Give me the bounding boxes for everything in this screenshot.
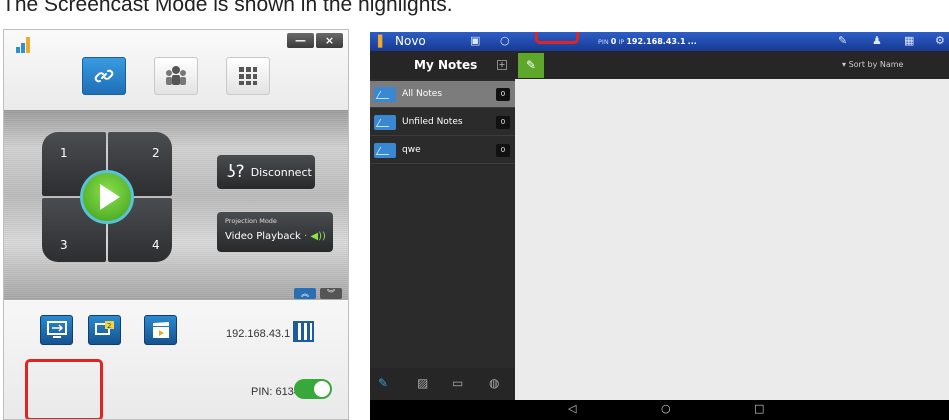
sidebar-footer: ✎ ▨ ▭ ◍: [370, 368, 515, 400]
gear-icon[interactable]: ⚙: [935, 34, 945, 47]
notebook-count: 0: [496, 116, 510, 129]
quadrant-2-label: 2: [152, 146, 160, 160]
split-screen-button[interactable]: 2: [88, 315, 121, 345]
notebook-label: All Notes: [402, 89, 443, 99]
grid-icon[interactable]: ▦: [904, 34, 914, 47]
grid-icon: [239, 67, 257, 85]
notes-header: My Notes + ▾ Sort by Name: [370, 51, 949, 79]
svg-text:2: 2: [107, 322, 111, 330]
control-panel: 1 2 3 4 ʖ? Disconnect Projection Mode Vi…: [4, 110, 348, 300]
disconnect-button[interactable]: ʖ? Disconnect: [217, 155, 315, 189]
link-icon: [94, 69, 114, 83]
pen-icon[interactable]: ✎: [378, 376, 388, 390]
collapse-up-button[interactable]: ︽: [294, 288, 316, 299]
split-screen-icon: 2: [94, 321, 114, 335]
app-logo-icon: ▌: [378, 35, 387, 48]
minimize-button[interactable]: —: [287, 33, 314, 48]
notebook-count: 0: [496, 88, 510, 101]
home-icon[interactable]: ○: [661, 402, 671, 415]
page-title: My Notes: [414, 58, 478, 72]
screen-share-button[interactable]: [40, 315, 73, 345]
screencast-icon[interactable]: ▣: [470, 34, 480, 47]
link-icon[interactable]: ✎: [838, 34, 847, 47]
title-area: — ×: [4, 30, 348, 110]
tab-users[interactable]: [154, 57, 198, 95]
ip-address: 192.168.43.1: [226, 328, 291, 340]
notebook-all-notes[interactable]: All Notes 0: [370, 81, 515, 108]
add-note-button[interactable]: +: [497, 60, 507, 70]
bottom-panel: 2 192.168.43.1 PIN: 6134: [4, 300, 348, 419]
caption-text: The Screencast Mode is shown in the high…: [2, 0, 453, 16]
notebook-label: Unfiled Notes: [402, 117, 463, 127]
recents-icon[interactable]: □: [754, 402, 764, 415]
folder-icon: [374, 143, 396, 158]
toggle-knob: [314, 381, 330, 397]
image-icon[interactable]: ▨: [417, 376, 428, 390]
users-icon[interactable]: ♟: [872, 34, 882, 47]
video-clapper-icon: [152, 322, 169, 338]
folder-icon: [374, 87, 396, 102]
projection-mode-button[interactable]: Projection Mode Video Playback · ◀)): [217, 212, 333, 252]
app-logo-icon: [16, 37, 34, 53]
projection-mode-title: Projection Mode: [225, 217, 277, 225]
play-button[interactable]: [80, 170, 134, 224]
collapse-down-button[interactable]: ︾: [320, 288, 342, 299]
tab-grid[interactable]: [226, 57, 270, 95]
disconnect-icon: ʖ?: [227, 162, 245, 182]
tab-link[interactable]: [82, 57, 126, 95]
globe-icon[interactable]: ◍: [489, 376, 499, 390]
folder-icon: [374, 115, 396, 130]
quadrant-selector: 1 2 3 4: [42, 132, 172, 262]
pin-toggle[interactable]: [294, 379, 332, 399]
refresh-icon[interactable]: ○: [500, 34, 510, 47]
highlight-box-right: [535, 32, 579, 44]
folder-open-icon[interactable]: ▭: [452, 376, 463, 390]
sort-dropdown[interactable]: ▾ Sort by Name: [842, 60, 903, 69]
video-playback-button[interactable]: [144, 315, 177, 345]
quadrant-4-label: 4: [152, 238, 160, 252]
pin-label: PIN: 6134: [251, 386, 300, 398]
back-icon[interactable]: ◁: [568, 402, 576, 415]
qr-code-icon[interactable]: [293, 321, 314, 342]
status-bar: ▌ Novo ▣ ○ PIN 0 IP 192.168.43.1 ... ✎ ♟…: [370, 32, 949, 51]
users-icon: [166, 66, 186, 85]
quadrant-3-label: 3: [60, 238, 68, 252]
app-name: Novo: [395, 34, 426, 48]
edit-note-button[interactable]: ✎: [518, 53, 544, 78]
highlight-box-left: [25, 359, 103, 419]
novo-desktop-window: — × 1 2 3 4 ʖ? Disconnect Projection Mod…: [3, 29, 349, 420]
speaker-icon: · ◀)): [304, 231, 326, 242]
projection-mode-value: Video Playback · ◀)): [225, 231, 326, 242]
quadrant-1-label: 1: [60, 146, 68, 160]
notes-sidebar: All Notes 0 Unfiled Notes 0 qwe 0: [370, 79, 515, 400]
notebook-count: 0: [496, 144, 510, 157]
notebook-unfiled-notes[interactable]: Unfiled Notes 0: [370, 109, 515, 136]
notebook-label: qwe: [402, 145, 421, 155]
disconnect-label: Disconnect: [250, 165, 312, 179]
screen-share-icon: [46, 321, 67, 338]
notebook-qwe[interactable]: qwe 0: [370, 137, 515, 164]
novo-android-window: ▌ Novo ▣ ○ PIN 0 IP 192.168.43.1 ... ✎ ♟…: [370, 32, 949, 420]
pin-ip-info: PIN 0 IP 192.168.43.1 ...: [598, 37, 697, 46]
play-icon: [100, 184, 120, 210]
close-button[interactable]: ×: [316, 33, 343, 48]
android-navbar: ◁ ○ □: [370, 400, 949, 420]
